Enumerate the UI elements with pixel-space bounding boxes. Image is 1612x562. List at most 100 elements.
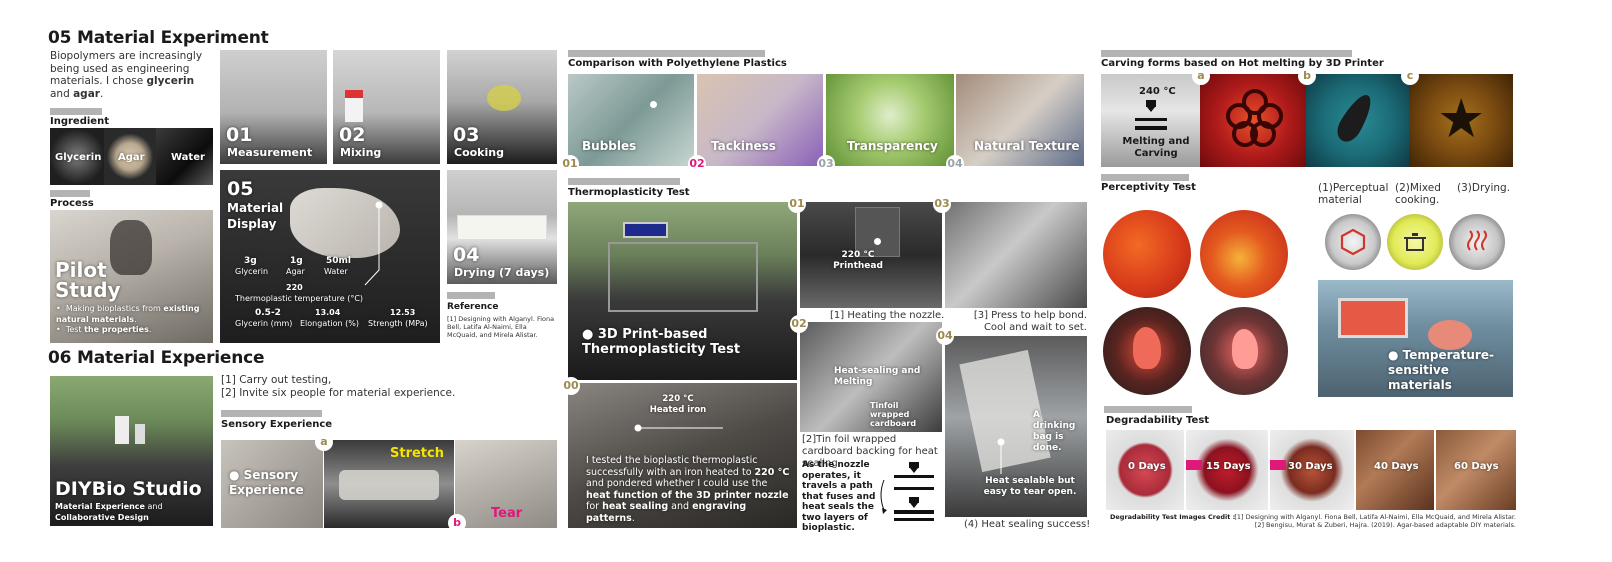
carving-process-photo: 240 °C Melting and Carving <box>1101 74 1200 167</box>
badge-03: 03 <box>817 155 835 173</box>
intro-text: Biopolymers are increasingly being used … <box>50 50 203 100</box>
degrade-photo-60: 60 Days <box>1436 430 1516 510</box>
step-mixing-photo: 02 Mixing <box>333 50 440 164</box>
degrade-label-15: 15 Days <box>1206 461 1251 472</box>
perceptual-material-icon <box>1325 214 1381 270</box>
degrade-photo-15: 15 Days <box>1186 430 1268 510</box>
degrade-credit-2: [2] Bengisu, Murat & Zuberi, Hajra. (201… <box>1254 521 1516 529</box>
bottle-shape <box>345 90 363 122</box>
reference-heading: Reference <box>447 302 499 312</box>
experience-line-2: [2] Invite six people for material exper… <box>221 387 456 399</box>
badge-carving-c: c <box>1401 67 1419 85</box>
tear-label: Tear <box>491 506 523 521</box>
step-number: 02 <box>339 124 366 146</box>
badge-s01: 01 <box>788 195 806 213</box>
tackiness-photo: Tackiness <box>697 74 823 166</box>
badge-s02: 02 <box>790 315 808 333</box>
percept-step-3: (3)Drying. <box>1457 182 1511 194</box>
ingredient-bar <box>50 108 102 115</box>
water-label: Water <box>171 152 205 163</box>
badge-04: 04 <box>946 155 964 173</box>
printhead-label: 220 °C Printhead <box>833 250 883 271</box>
badge-s04: 04 <box>936 327 954 345</box>
sensory-bar <box>221 410 322 417</box>
bottle-shape <box>115 416 129 444</box>
bird-pattern <box>1232 329 1258 369</box>
amount-agar-label: Agar <box>286 267 305 276</box>
thermo-temp-label: Thermoplastic temperature (°C) <box>235 294 364 303</box>
degradability-heading: Degradability Test <box>1106 415 1210 426</box>
comparison-heading: Comparison with Polyethylene Plastics <box>568 58 787 69</box>
label-tape <box>1186 460 1202 470</box>
iron-callout <box>634 424 723 432</box>
press-photo <box>945 202 1087 308</box>
display-number: 05 <box>227 178 254 200</box>
drinking-bag-photo: A drinking bag is done. Heat sealable bu… <box>945 336 1087 517</box>
step-label: Measurement <box>227 146 313 159</box>
pilot-bullet-1: • Making bioplastics from existing natur… <box>56 304 200 324</box>
diybio-studio-photo: DIYBio Studio Material Experience and Col… <box>50 376 213 526</box>
nozzle-text: As the nozzle operates, it travels a pat… <box>802 460 876 533</box>
percept-step-2: (2)Mixed cooking. <box>1395 182 1441 206</box>
3d-print-test-label: ● 3D Print-based Thermoplasticity Test <box>582 327 741 357</box>
section-05-title: 05 Material Experiment <box>48 28 269 48</box>
step-number: 01 <box>226 124 253 146</box>
amount-agar: 1g <box>290 256 303 266</box>
comparison-bar <box>568 50 765 57</box>
pilot-study-label: Pilot Study <box>55 258 121 302</box>
tackiness-label: Tackiness <box>711 139 776 153</box>
transparency-photo: Transparency <box>826 74 954 166</box>
pilot-study-photo: Pilot Study • Making bioplastics from ex… <box>50 210 213 343</box>
water-photo: Water <box>156 128 213 185</box>
badge-00: 00 <box>562 377 580 395</box>
pilot-bullet-2: • Test the properties. <box>56 325 152 334</box>
carving-photo-c: ★ <box>1409 74 1513 167</box>
glycerin-photo: Glycerin <box>50 128 104 185</box>
bottle-shape <box>135 424 145 444</box>
degrade-photo-30: 30 Days <box>1270 430 1354 510</box>
reference-text: [1] Designing with Alganyl. Fiona Bell, … <box>447 315 555 339</box>
step-cooking-photo: 03 Cooking <box>447 50 557 164</box>
step-drying-photo: 04 Drying (7 days) <box>447 170 557 284</box>
starfish-carving-shape: ★ <box>1437 87 1486 150</box>
step-label: Cooking <box>454 146 504 159</box>
sensory-photo-a: ● Sensory Experience <box>221 440 323 528</box>
carving-temp: 240 °C <box>1139 86 1176 97</box>
amount-water-label: Water <box>324 267 348 276</box>
drinking-label: A drinking bag is done. <box>1033 410 1076 453</box>
caption-1: [1] Heating the nozzle. <box>830 310 945 321</box>
experience-line-1: [1] Carry out testing, <box>221 374 332 386</box>
step-label: Mixing <box>340 146 382 159</box>
carving-heading: Carving forms based on Hot melting by 3D… <box>1101 58 1384 69</box>
percept-step-1: (1)Perceptual material <box>1318 182 1389 206</box>
mixed-cooking-icon <box>1387 214 1443 270</box>
diybio-label: DIYBio Studio <box>55 478 202 500</box>
flower-carving-shape <box>1226 89 1283 147</box>
thermo-heading: Thermoplasticity Test <box>568 187 690 198</box>
process-heading: Process <box>50 198 94 209</box>
sensory-heading: Sensory Experience <box>221 419 333 430</box>
degradability-bar <box>1104 406 1192 413</box>
thermo-temp-value: 220 <box>286 283 303 292</box>
carving-label: Melting and Carving <box>1122 136 1190 159</box>
callout-dot <box>874 238 881 245</box>
agar-label: Agar <box>118 152 145 163</box>
tray-shape <box>457 215 547 240</box>
heat-sealing-photo: Heat-sealing and Melting Tinfoil wrapped… <box>800 322 942 432</box>
perceptivity-dish-1 <box>1103 210 1191 298</box>
amount-water: 50ml <box>326 256 351 266</box>
sensory-photo-tear: Tear <box>455 440 557 528</box>
perceptivity-dish-4 <box>1200 307 1288 395</box>
degrade-label-30: 30 Days <box>1288 461 1333 472</box>
prop-strength-label: Strength (MPa) <box>368 319 428 328</box>
perceptivity-bar <box>1101 174 1189 181</box>
steam-glyph <box>1467 230 1487 251</box>
bubbles-photo: Bubbles <box>568 74 694 166</box>
pink-sample <box>1428 320 1472 350</box>
iron-test-body: I tested the bioplastic thermoplastic su… <box>586 455 790 524</box>
iron-label: 220 °C Heated iron <box>649 394 707 415</box>
bubbles-label: Bubbles <box>582 139 637 153</box>
natural-texture-label: Natural Texture <box>974 139 1080 153</box>
amount-glycerin: 3g <box>244 256 257 266</box>
badge-02: 02 <box>688 155 706 173</box>
